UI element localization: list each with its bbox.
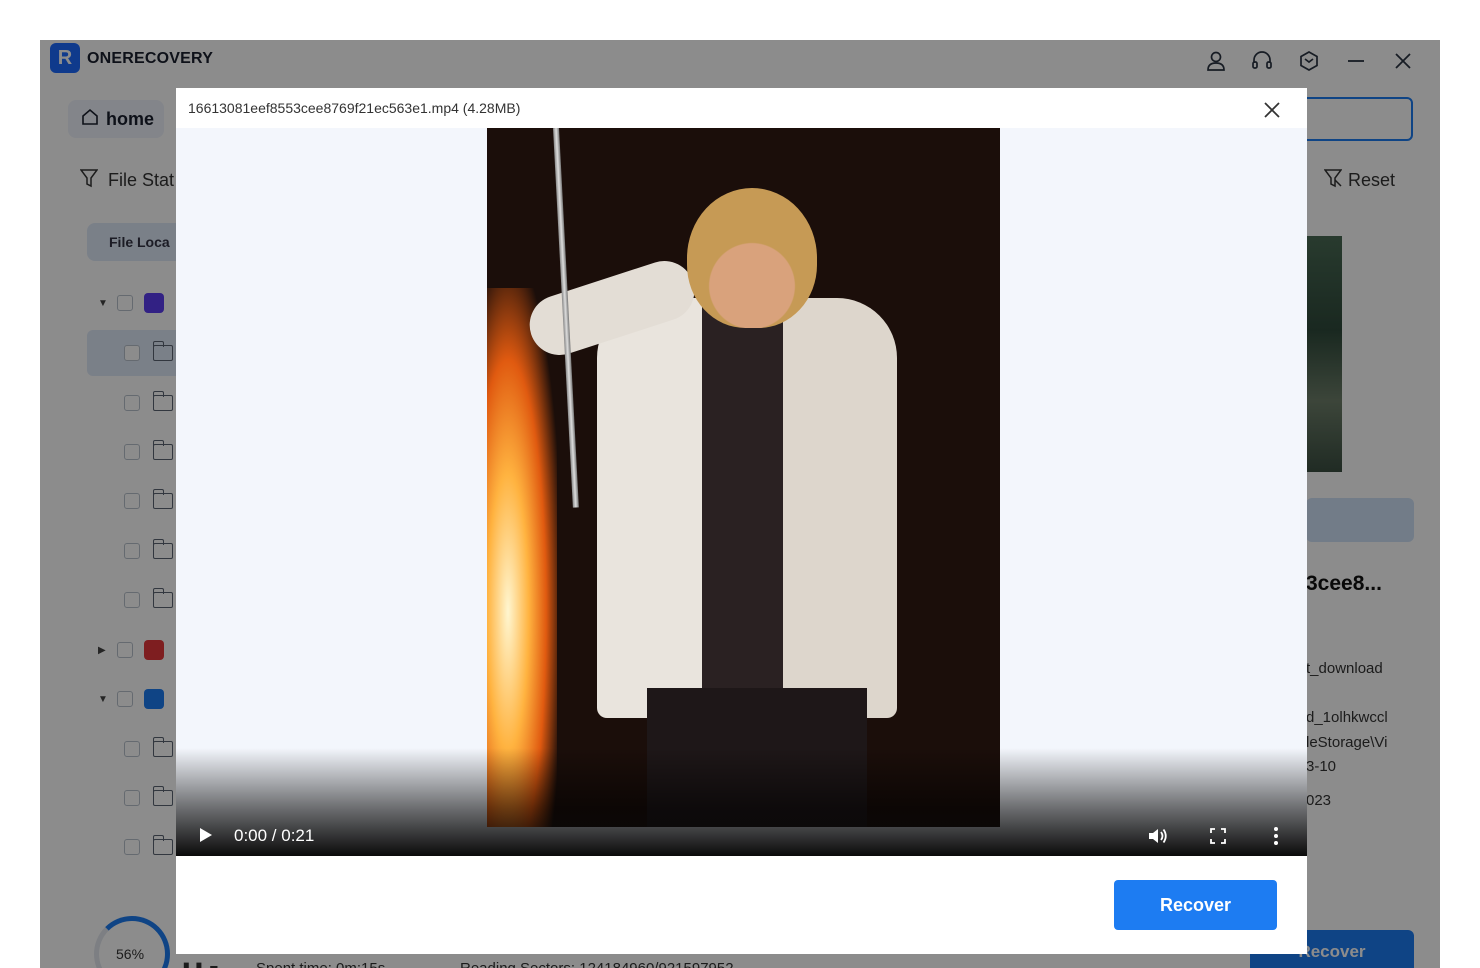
modal-recover-button[interactable]: Recover <box>1114 880 1277 930</box>
video-player[interactable]: 0:00 / 0:21 <box>176 128 1307 856</box>
more-options-icon[interactable] <box>1264 824 1288 848</box>
video-performer-head <box>687 188 817 328</box>
video-fire <box>487 288 557 827</box>
fullscreen-icon[interactable] <box>1204 824 1232 848</box>
preview-modal: 16613081eef8553cee8769f21ec563e1.mp4 (4.… <box>176 88 1307 954</box>
play-icon[interactable] <box>200 828 212 842</box>
video-performer-body <box>597 298 897 718</box>
app-window: R ONERECOVERY home File Stat Reset File … <box>40 40 1440 968</box>
playback-time: 0:00 / 0:21 <box>234 826 315 845</box>
volume-icon[interactable] <box>1144 824 1172 848</box>
video-frame <box>487 128 1000 827</box>
modal-title: 16613081eef8553cee8769f21ec563e1.mp4 (4.… <box>188 100 521 116</box>
controls-gradient <box>176 748 1307 856</box>
close-icon[interactable] <box>1258 96 1286 124</box>
